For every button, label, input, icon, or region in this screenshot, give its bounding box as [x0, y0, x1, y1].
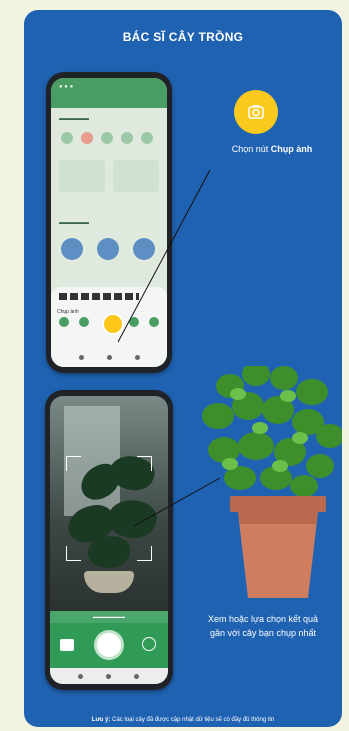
- category-icon: [121, 132, 133, 144]
- home-screen: ● ● ● ▬▬▬▬▬ ▬▬▬▬▬ Chụp ảnh: [51, 78, 167, 367]
- gallery-icon[interactable]: [60, 639, 74, 651]
- nav-recent-icon[interactable]: [135, 355, 140, 360]
- nav-recent-icon[interactable]: [134, 674, 139, 679]
- nav-back-icon[interactable]: [79, 355, 84, 360]
- tab-profile-icon[interactable]: [149, 317, 159, 327]
- camera-icon: [234, 90, 278, 134]
- camera-viewfinder: [50, 396, 168, 611]
- note-text: Các loại cây đã được cập nhật dữ liệu sẽ…: [110, 717, 275, 723]
- category-icon: [81, 132, 93, 144]
- feature-strip: [59, 293, 139, 300]
- nav-home-icon[interactable]: [107, 355, 112, 360]
- feature-card: [59, 160, 105, 192]
- potted-plant-illustration: [202, 366, 342, 598]
- category-icon: [141, 132, 153, 144]
- step2-caption: Xem hoặc lựa chọn kết quả gần với cây bạ…: [190, 612, 336, 640]
- caption-bold: Chụp ảnh: [270, 144, 313, 154]
- caption-prefix: Chọn nút: [231, 144, 271, 154]
- focus-corner: [137, 546, 152, 561]
- note-label: Lưu ý:: [91, 717, 111, 723]
- phone-mockup-home: ● ● ● ▬▬▬▬▬ ▬▬▬▬▬ Chụp ảnh: [46, 72, 172, 373]
- system-navbar: [50, 668, 168, 684]
- nav-home-icon[interactable]: [106, 674, 111, 679]
- plant-pot: [84, 571, 134, 593]
- section-header: ▬▬▬▬▬: [59, 220, 89, 226]
- service-icon: [61, 238, 83, 260]
- section-header: ▬▬▬▬▬: [59, 116, 89, 122]
- footnote: Lưu ý: Các loại cây đã được cập nhật dữ …: [24, 717, 342, 723]
- camera-hint-bar: ▬▬▬▬▬▬▬▬: [50, 611, 168, 623]
- camera-fab-button[interactable]: [104, 315, 122, 333]
- focus-corner: [66, 546, 81, 561]
- step1-caption: Chọn nút Chụp ảnh: [202, 144, 342, 154]
- focus-corner: [137, 456, 152, 471]
- caption-line2: gần với cây bạn chụp nhất: [210, 628, 316, 638]
- nav-back-icon[interactable]: [78, 674, 83, 679]
- tab-home-icon[interactable]: [59, 317, 69, 327]
- service-icon: [97, 238, 119, 260]
- focus-corner: [66, 456, 81, 471]
- camera-controls: [50, 623, 168, 684]
- bottom-sheet: Chụp ảnh: [51, 287, 167, 367]
- tab-explore-icon[interactable]: [79, 317, 89, 327]
- sheet-label: Chụp ảnh: [57, 309, 79, 315]
- caption-line1: Xem hoặc lựa chọn kết quả: [207, 614, 319, 624]
- service-icon: [133, 238, 155, 260]
- category-icon: [61, 132, 73, 144]
- app-header: ● ● ●: [51, 78, 167, 108]
- phone-mockup-camera: ▬▬▬▬▬▬▬▬: [45, 390, 173, 690]
- guide-card: BÁC SĨ CÂY TRỒNG ● ● ● ▬▬▬▬▬ ▬▬▬▬▬ Chụp …: [24, 10, 342, 727]
- feature-card: [113, 160, 159, 192]
- tab-news-icon[interactable]: [129, 317, 139, 327]
- help-icon[interactable]: [142, 637, 156, 651]
- category-icon: [101, 132, 113, 144]
- guide-title: BÁC SĨ CÂY TRỒNG: [122, 30, 244, 44]
- shutter-button[interactable]: [97, 633, 121, 657]
- camera-screen: ▬▬▬▬▬▬▬▬: [50, 396, 168, 684]
